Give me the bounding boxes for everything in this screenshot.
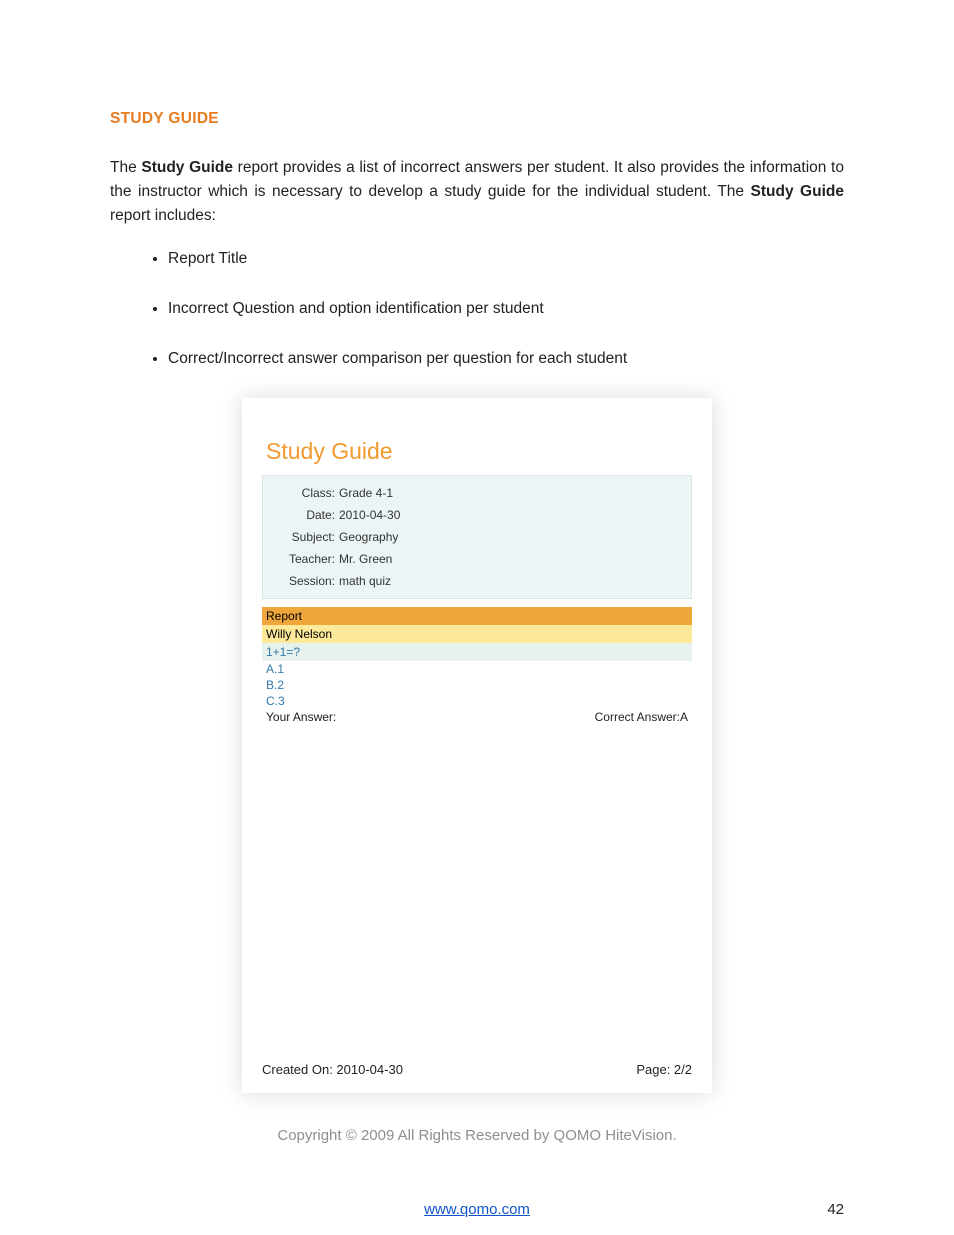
created-on: Created On: 2010-04-30 xyxy=(262,1062,403,1077)
report-title: Study Guide xyxy=(266,438,692,465)
copyright-text: Copyright © 2009 All Rights Reserved by … xyxy=(110,1127,844,1144)
correct-answer-label: Correct Answer:A xyxy=(595,710,688,724)
meta-label: Subject: xyxy=(273,530,339,544)
intro-bold-2: Study Guide xyxy=(751,183,844,200)
answer-row: Your Answer: Correct Answer:A xyxy=(262,709,692,724)
list-item: Correct/Incorrect answer comparison per … xyxy=(168,350,844,368)
report-meta-box: Class: Grade 4-1 Date: 2010-04-30 Subjec… xyxy=(262,475,692,599)
meta-row-teacher: Teacher: Mr. Green xyxy=(273,548,681,570)
meta-row-date: Date: 2010-04-30 xyxy=(273,504,681,526)
list-item: Incorrect Question and option identifica… xyxy=(168,300,844,318)
section-heading: STUDY GUIDE xyxy=(110,110,844,128)
meta-value: Mr. Green xyxy=(339,552,681,566)
question-row: 1+1=? xyxy=(262,643,692,661)
footer-center: www.qomo.com xyxy=(110,1201,844,1218)
intro-suffix: report includes: xyxy=(110,207,216,224)
meta-value: 2010-04-30 xyxy=(339,508,681,522)
intro-bold-1: Study Guide xyxy=(141,159,233,176)
option-row: B.2 xyxy=(262,677,692,693)
page-indicator: Page: 2/2 xyxy=(636,1062,692,1077)
footer-link[interactable]: www.qomo.com xyxy=(424,1201,530,1218)
report-preview: Study Guide Class: Grade 4-1 Date: 2010-… xyxy=(242,398,712,1093)
report-body: Report Willy Nelson 1+1=? A.1 B.2 C.3 Yo… xyxy=(262,607,692,724)
list-item: Report Title xyxy=(168,250,844,268)
your-answer-label: Your Answer: xyxy=(266,710,336,724)
page-number: 42 xyxy=(827,1201,844,1218)
meta-row-class: Class: Grade 4-1 xyxy=(273,482,681,504)
report-section-header: Report xyxy=(262,607,692,625)
meta-value: Geography xyxy=(339,530,681,544)
meta-value: math quiz xyxy=(339,574,681,588)
meta-value: Grade 4-1 xyxy=(339,486,681,500)
meta-label: Class: xyxy=(273,486,339,500)
option-row: A.1 xyxy=(262,661,692,677)
meta-label: Teacher: xyxy=(273,552,339,566)
intro-prefix: The xyxy=(110,159,141,176)
bullet-list: Report Title Incorrect Question and opti… xyxy=(110,250,844,368)
option-row: C.3 xyxy=(262,693,692,709)
student-name-row: Willy Nelson xyxy=(262,625,692,643)
meta-label: Session: xyxy=(273,574,339,588)
report-footer: Created On: 2010-04-30 Page: 2/2 xyxy=(262,1062,692,1077)
intro-paragraph: The Study Guide report provides a list o… xyxy=(110,156,844,228)
meta-row-subject: Subject: Geography xyxy=(273,526,681,548)
meta-label: Date: xyxy=(273,508,339,522)
meta-row-session: Session: math quiz xyxy=(273,570,681,592)
